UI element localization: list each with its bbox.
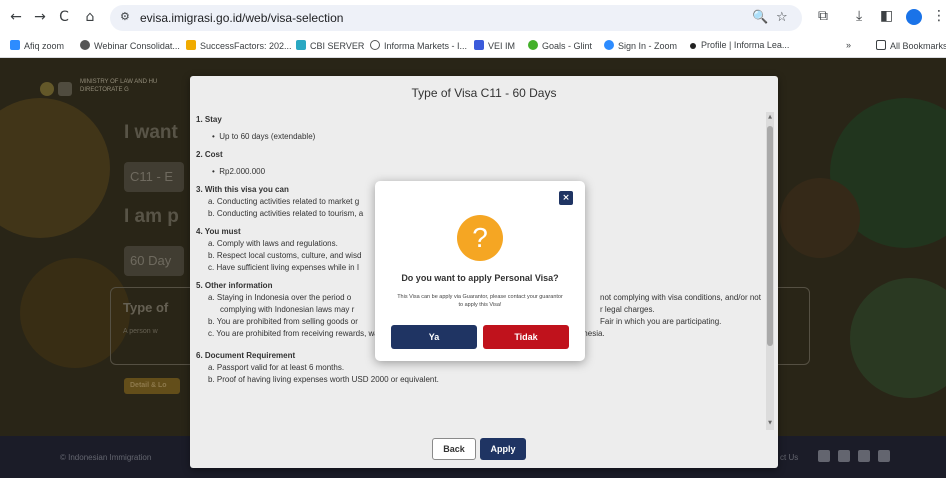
menu-icon[interactable]: ⋮ xyxy=(932,8,946,24)
bookmark-item[interactable]: SuccessFactors: 202... xyxy=(186,40,292,51)
profile-avatar[interactable] xyxy=(906,9,922,25)
bookmark-item[interactable]: VEI IM xyxy=(474,40,515,51)
no-button[interactable]: Tidak xyxy=(483,325,569,349)
browser-toolbar: ← → C ⌂ ⚙ evisa.imigrasi.go.id/web/visa-… xyxy=(0,0,946,36)
side-panel-icon[interactable]: ◧ xyxy=(880,8,893,24)
reload-icon[interactable]: C xyxy=(56,9,72,25)
bookmark-item[interactable]: Profile | Informa Lea... xyxy=(690,40,789,50)
stay-item: • Up to 60 days (extendable) xyxy=(212,132,316,141)
back-arrow-icon[interactable]: ← xyxy=(8,9,24,25)
bookmark-item[interactable]: Webinar Consolidat... xyxy=(80,40,180,51)
scrollbar-thumb[interactable] xyxy=(767,126,773,346)
bookmark-favicon-icon xyxy=(474,40,484,50)
bookmark-star-icon[interactable]: ☆ xyxy=(776,10,788,25)
bookmark-favicon-icon xyxy=(690,43,696,49)
bookmark-favicon-icon xyxy=(10,40,20,50)
stay-section-title: 1. Stay xyxy=(196,115,222,124)
question-icon: ? xyxy=(457,215,503,261)
close-icon[interactable]: × xyxy=(559,191,573,205)
bookmark-favicon-icon xyxy=(604,40,614,50)
personal-visa-dialog: × ? Do you want to apply Personal Visa? … xyxy=(375,181,585,361)
cost-section-title: 2. Cost xyxy=(196,150,223,159)
bookmark-favicon-icon xyxy=(186,40,196,50)
home-icon[interactable]: ⌂ xyxy=(82,9,98,25)
bookmark-favicon-icon xyxy=(296,40,306,50)
bookmark-favicon-icon xyxy=(80,40,90,50)
apply-button[interactable]: Apply xyxy=(480,438,526,460)
zoom-icon[interactable]: 🔍 xyxy=(752,10,768,25)
cost-item: • Rp2.000.000 xyxy=(212,167,266,176)
all-bookmarks-button[interactable]: All Bookmarks xyxy=(876,40,946,51)
modal-scrollbar[interactable]: ▲ ▼ xyxy=(766,112,774,430)
extensions-icon[interactable]: ⧉ xyxy=(818,8,828,24)
download-icon[interactable]: ⤓ xyxy=(856,8,862,24)
bookmark-item[interactable]: Afiq zoom xyxy=(10,40,64,51)
document-item: a. Passport valid for at least 6 months. xyxy=(208,363,345,372)
scroll-down-icon[interactable]: ▼ xyxy=(766,420,774,426)
bookmarks-overflow-button[interactable]: » xyxy=(846,40,851,50)
bookmark-item[interactable]: Informa Markets - I... xyxy=(370,40,467,51)
document-item: b. Proof of having living expenses worth… xyxy=(208,375,439,384)
bookmark-favicon-icon xyxy=(528,40,538,50)
bookmark-item[interactable]: CBI SERVER xyxy=(296,40,364,51)
address-bar[interactable]: ⚙ evisa.imigrasi.go.id/web/visa-selectio… xyxy=(110,5,802,31)
back-button[interactable]: Back xyxy=(432,438,476,460)
folder-icon xyxy=(876,40,886,50)
scroll-up-icon[interactable]: ▲ xyxy=(766,114,774,120)
dialog-title: Do you want to apply Personal Visa? xyxy=(401,273,559,283)
site-info-icon[interactable]: ⚙ xyxy=(120,10,130,23)
bookmark-item[interactable]: Goals - Glint xyxy=(528,40,592,51)
visa-modal-title: Type of Visa C11 - 60 Days xyxy=(411,86,557,100)
url-text[interactable]: evisa.imigrasi.go.id/web/visa-selection xyxy=(140,11,343,25)
bookmarks-bar: Afiq zoom Webinar Consolidat... SuccessF… xyxy=(0,36,946,58)
dialog-message: This Visa can be apply via Guarantor, pl… xyxy=(397,294,563,308)
bookmark-favicon-icon xyxy=(370,40,380,50)
bookmark-item[interactable]: Sign In - Zoom xyxy=(604,40,677,51)
yes-button[interactable]: Ya xyxy=(391,325,477,349)
forward-arrow-icon[interactable]: → xyxy=(32,9,48,25)
